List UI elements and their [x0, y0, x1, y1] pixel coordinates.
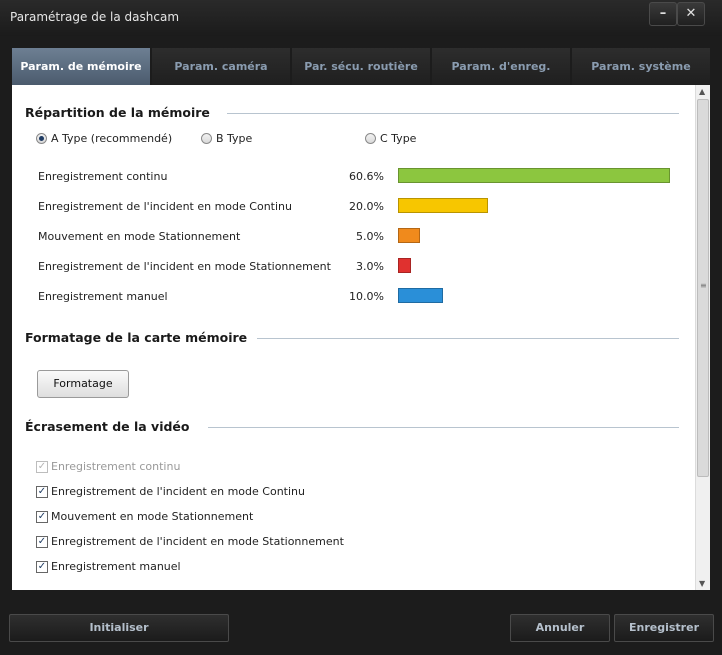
memory-distribution-title: Répartition de la mémoire: [25, 105, 210, 120]
memory-row-percent: 5.0%: [356, 230, 384, 243]
checkmark-icon: ✓: [36, 535, 48, 548]
memory-row: Enregistrement de l'incident en mode Sta…: [12, 258, 692, 278]
save-button[interactable]: Enregistrer: [614, 614, 714, 642]
radio-icon: [36, 133, 47, 144]
title-bar: Paramétrage de la dashcam – ✕: [0, 0, 722, 36]
tab-bar: Param. de mémoire Param. caméra Par. séc…: [12, 48, 710, 85]
vertical-scrollbar[interactable]: ▲ ≡ ▼: [695, 85, 710, 590]
memory-bar: [398, 198, 488, 213]
checkbox-label: Mouvement en mode Stationnement: [51, 510, 254, 523]
tab-recording-settings[interactable]: Param. d'enreg.: [432, 48, 570, 85]
overwrite-incident-continuous-checkbox[interactable]: ✓ Enregistrement de l'incident en mode C…: [36, 485, 305, 498]
radio-icon: [365, 133, 376, 144]
memory-bar: [398, 258, 411, 273]
radio-label: A Type (recommendé): [51, 132, 173, 145]
memory-bar: [398, 288, 443, 303]
video-overwrite-title: Écrasement de la vidéo: [25, 419, 190, 434]
tab-road-safety-settings[interactable]: Par. sécu. routière: [292, 48, 430, 85]
type-b-radio[interactable]: B Type: [201, 132, 252, 145]
minimize-icon: –: [659, 6, 667, 21]
cancel-button[interactable]: Annuler: [510, 614, 610, 642]
scrollbar-thumb[interactable]: ≡: [697, 99, 709, 477]
close-icon: ✕: [685, 6, 697, 21]
overwrite-incident-parking-checkbox[interactable]: ✓ Enregistrement de l'incident en mode S…: [36, 535, 344, 548]
checkbox-label: Enregistrement continu: [51, 460, 181, 473]
format-card-title: Formatage de la carte mémoire: [25, 330, 248, 345]
memory-row-label: Mouvement en mode Stationnement: [38, 230, 241, 243]
tab-system-settings[interactable]: Param. système: [572, 48, 710, 85]
memory-bar: [398, 228, 420, 243]
overwrite-continuous-checkbox[interactable]: ✓ Enregistrement continu: [36, 460, 180, 473]
settings-panel: Répartition de la mémoire A Type (recomm…: [12, 85, 710, 590]
memory-row: Enregistrement de l'incident en mode Con…: [12, 198, 692, 218]
checkmark-icon: ✓: [36, 510, 48, 523]
checkbox-label: Enregistrement de l'incident en mode Sta…: [51, 535, 344, 548]
type-c-radio[interactable]: C Type: [365, 132, 416, 145]
scroll-up-arrow-icon[interactable]: ▲: [699, 87, 705, 96]
memory-row-percent: 10.0%: [349, 290, 384, 303]
memory-row-label: Enregistrement continu: [38, 170, 168, 183]
memory-row: Enregistrement continu 60.6%: [12, 168, 692, 188]
type-a-radio[interactable]: A Type (recommendé): [36, 132, 172, 145]
memory-row-label: Enregistrement manuel: [38, 290, 168, 303]
window-title: Paramétrage de la dashcam: [10, 10, 180, 24]
overwrite-parking-motion-checkbox[interactable]: ✓ Mouvement en mode Stationnement: [36, 510, 253, 523]
tab-camera-settings[interactable]: Param. caméra: [152, 48, 290, 85]
close-button[interactable]: ✕: [677, 2, 705, 26]
scroll-down-arrow-icon[interactable]: ▼: [699, 579, 705, 588]
memory-bar: [398, 168, 670, 183]
section-divider: [208, 427, 679, 428]
memory-row-percent: 3.0%: [356, 260, 384, 273]
format-button[interactable]: Formatage: [37, 370, 129, 398]
checkmark-icon: ✓: [36, 485, 48, 498]
radio-icon: [201, 133, 212, 144]
memory-row-label: Enregistrement de l'incident en mode Sta…: [38, 260, 331, 273]
tab-memory-settings[interactable]: Param. de mémoire: [12, 48, 150, 85]
memory-row-label: Enregistrement de l'incident en mode Con…: [38, 200, 292, 213]
memory-row: Enregistrement manuel 10.0%: [12, 288, 692, 308]
reset-button[interactable]: Initialiser: [9, 614, 229, 642]
memory-row-percent: 20.0%: [349, 200, 384, 213]
radio-label: B Type: [216, 132, 253, 145]
section-divider: [257, 338, 679, 339]
memory-row-percent: 60.6%: [349, 170, 384, 183]
checkmark-icon: ✓: [36, 560, 48, 573]
overwrite-manual-checkbox[interactable]: ✓ Enregistrement manuel: [36, 560, 181, 573]
checkmark-icon: ✓: [36, 460, 48, 473]
checkbox-label: Enregistrement de l'incident en mode Con…: [51, 485, 305, 498]
section-divider: [227, 113, 679, 114]
checkbox-label: Enregistrement manuel: [51, 560, 181, 573]
minimize-button[interactable]: –: [649, 2, 677, 26]
radio-label: C Type: [380, 132, 417, 145]
grip-icon: ≡: [700, 281, 707, 290]
memory-row: Mouvement en mode Stationnement 5.0%: [12, 228, 692, 248]
